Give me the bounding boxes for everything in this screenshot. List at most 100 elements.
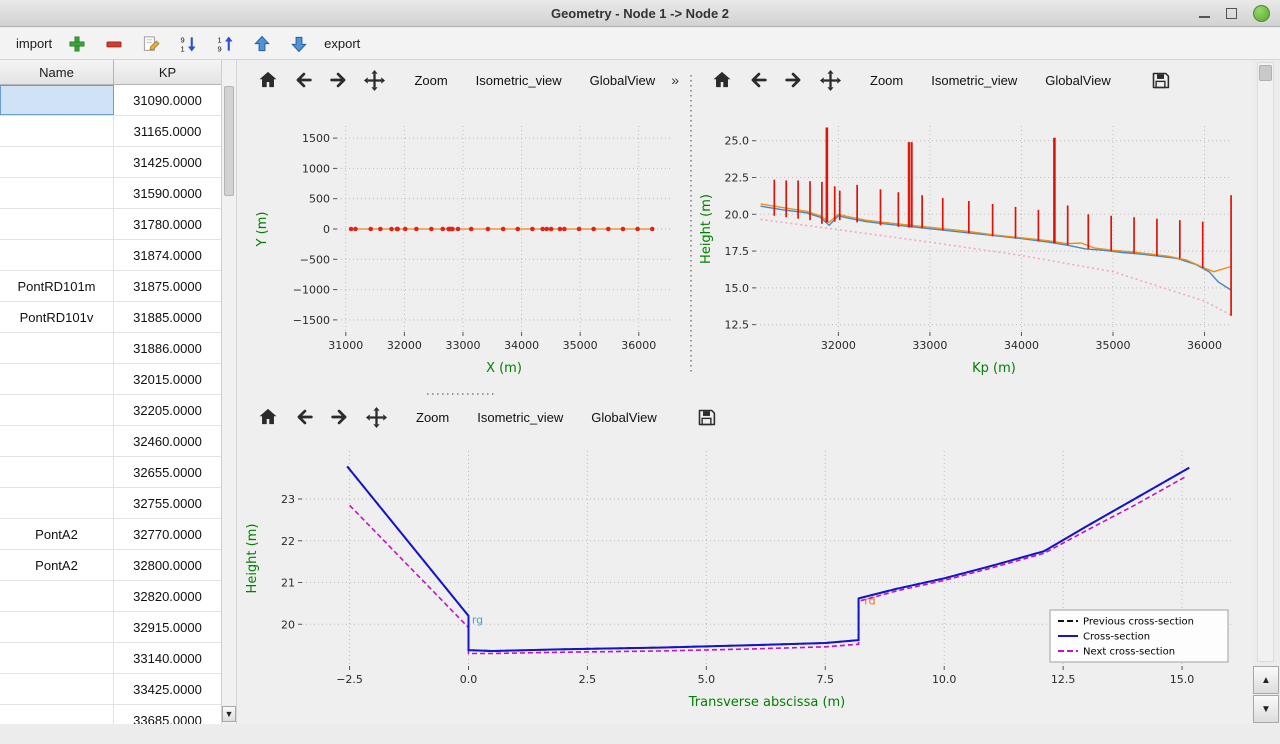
kp-cell[interactable]: 33140.0000 <box>114 643 221 673</box>
name-cell[interactable] <box>0 612 114 642</box>
toolbar-overflow-chevron[interactable]: » <box>671 72 679 88</box>
kp-cell[interactable]: 31165.0000 <box>114 116 221 146</box>
kp-cell[interactable]: 31590.0000 <box>114 178 221 208</box>
name-cell[interactable] <box>0 85 114 115</box>
scroll-up-button[interactable]: ▲ <box>1253 666 1279 694</box>
name-cell[interactable] <box>0 116 114 146</box>
zoom-button[interactable]: Zoom <box>402 68 459 93</box>
table-row[interactable]: 32820.0000 <box>0 581 221 612</box>
table-row[interactable]: 33685.0000 <box>0 705 221 724</box>
global-view-button[interactable]: GlobalView <box>578 68 668 93</box>
name-cell[interactable]: PontRD101m <box>0 271 114 301</box>
scroll-down-button[interactable]: ▼ <box>1253 695 1279 723</box>
home-button[interactable] <box>252 65 284 95</box>
table-row[interactable]: PontA232800.0000 <box>0 550 221 581</box>
pan-button[interactable] <box>359 65 391 95</box>
name-cell[interactable]: PontA2 <box>0 519 114 549</box>
pan-button[interactable] <box>360 402 392 432</box>
name-cell[interactable] <box>0 395 114 425</box>
main-scrollbar[interactable]: ▲ ▼ <box>1252 60 1280 724</box>
scrollbar-thumb[interactable] <box>1259 65 1272 81</box>
column-header-name[interactable]: Name <box>0 60 114 84</box>
column-header-kp[interactable]: KP <box>114 60 221 84</box>
maximize-button[interactable] <box>1226 8 1237 19</box>
kp-cell[interactable]: 31885.0000 <box>114 302 221 332</box>
name-cell[interactable]: PontA2 <box>0 550 114 580</box>
export-button[interactable]: export <box>324 36 360 51</box>
add-button[interactable] <box>65 32 89 56</box>
global-view-button[interactable]: GlobalView <box>1033 68 1123 93</box>
edit-button[interactable] <box>139 32 163 56</box>
table-row[interactable]: 32015.0000 <box>0 364 221 395</box>
horizontal-splitter[interactable] <box>237 390 1250 397</box>
kp-cell[interactable]: 31090.0000 <box>114 85 221 115</box>
kp-cell[interactable]: 31874.0000 <box>114 240 221 270</box>
name-cell[interactable] <box>0 643 114 673</box>
forward-button[interactable] <box>323 65 355 95</box>
home-button[interactable] <box>252 402 284 432</box>
table-row[interactable]: 31886.0000 <box>0 333 221 364</box>
table-row[interactable]: 32655.0000 <box>0 457 221 488</box>
kp-cell[interactable]: 32820.0000 <box>114 581 221 611</box>
plan-view-chart[interactable]: 310003200033000340003500036000−1500−1000… <box>240 100 687 390</box>
move-down-button[interactable] <box>287 32 311 56</box>
minimize-button[interactable] <box>1199 16 1210 18</box>
table-row[interactable]: 32205.0000 <box>0 395 221 426</box>
kp-cell[interactable]: 32655.0000 <box>114 457 221 487</box>
table-scrollbar[interactable]: ▼ <box>222 60 237 724</box>
table-row[interactable]: 31590.0000 <box>0 178 221 209</box>
table-row[interactable]: 31165.0000 <box>0 116 221 147</box>
name-cell[interactable] <box>0 674 114 704</box>
kp-cell[interactable]: 31780.0000 <box>114 209 221 239</box>
table-row[interactable]: 33425.0000 <box>0 674 221 705</box>
name-cell[interactable] <box>0 488 114 518</box>
table-row[interactable]: 32755.0000 <box>0 488 221 519</box>
kp-cell[interactable]: 31886.0000 <box>114 333 221 363</box>
name-cell[interactable] <box>0 240 114 270</box>
kp-cell[interactable]: 32205.0000 <box>114 395 221 425</box>
kp-cell[interactable]: 31425.0000 <box>114 147 221 177</box>
table-scroll-down-button[interactable]: ▼ <box>222 706 236 722</box>
home-button[interactable] <box>706 65 738 95</box>
cross-section-chart[interactable]: −2.50.02.55.07.510.012.515.020212223Tran… <box>240 437 1248 724</box>
global-view-button[interactable]: GlobalView <box>579 405 669 430</box>
name-cell[interactable] <box>0 364 114 394</box>
table-row[interactable]: PontRD101m31875.0000 <box>0 271 221 302</box>
vertical-splitter[interactable] <box>687 60 694 390</box>
name-cell[interactable] <box>0 147 114 177</box>
sort-ascending-button[interactable]: 19 <box>213 32 237 56</box>
save-button[interactable] <box>691 402 723 432</box>
forward-button[interactable] <box>324 402 356 432</box>
back-button[interactable] <box>742 65 774 95</box>
name-cell[interactable] <box>0 457 114 487</box>
kp-cell[interactable]: 32800.0000 <box>114 550 221 580</box>
pan-button[interactable] <box>814 65 846 95</box>
name-cell[interactable] <box>0 426 114 456</box>
table-row[interactable]: 33140.0000 <box>0 643 221 674</box>
name-cell[interactable] <box>0 333 114 363</box>
remove-button[interactable] <box>102 32 126 56</box>
table-row[interactable]: 31780.0000 <box>0 209 221 240</box>
kp-cell[interactable]: 32460.0000 <box>114 426 221 456</box>
kp-cell[interactable]: 33685.0000 <box>114 705 221 724</box>
kp-cell[interactable]: 32755.0000 <box>114 488 221 518</box>
move-up-button[interactable] <box>250 32 274 56</box>
table-row[interactable]: 31874.0000 <box>0 240 221 271</box>
name-cell[interactable] <box>0 209 114 239</box>
sort-descending-button[interactable]: 91 <box>176 32 200 56</box>
save-button[interactable] <box>1145 65 1177 95</box>
close-button[interactable] <box>1253 5 1270 22</box>
table-row[interactable]: 32915.0000 <box>0 612 221 643</box>
kp-cell[interactable]: 32770.0000 <box>114 519 221 549</box>
zoom-button[interactable]: Zoom <box>404 405 461 430</box>
table-row[interactable]: 31425.0000 <box>0 147 221 178</box>
kp-cell[interactable]: 33425.0000 <box>114 674 221 704</box>
import-button[interactable]: import <box>16 36 52 51</box>
table-row[interactable]: 31090.0000 <box>0 85 221 116</box>
isometric-view-button[interactable]: Isometric_view <box>464 68 574 93</box>
isometric-view-button[interactable]: Isometric_view <box>919 68 1029 93</box>
table-row[interactable]: PontA232770.0000 <box>0 519 221 550</box>
kp-cell[interactable]: 31875.0000 <box>114 271 221 301</box>
table-scrollbar-thumb[interactable] <box>224 86 234 196</box>
forward-button[interactable] <box>778 65 810 95</box>
